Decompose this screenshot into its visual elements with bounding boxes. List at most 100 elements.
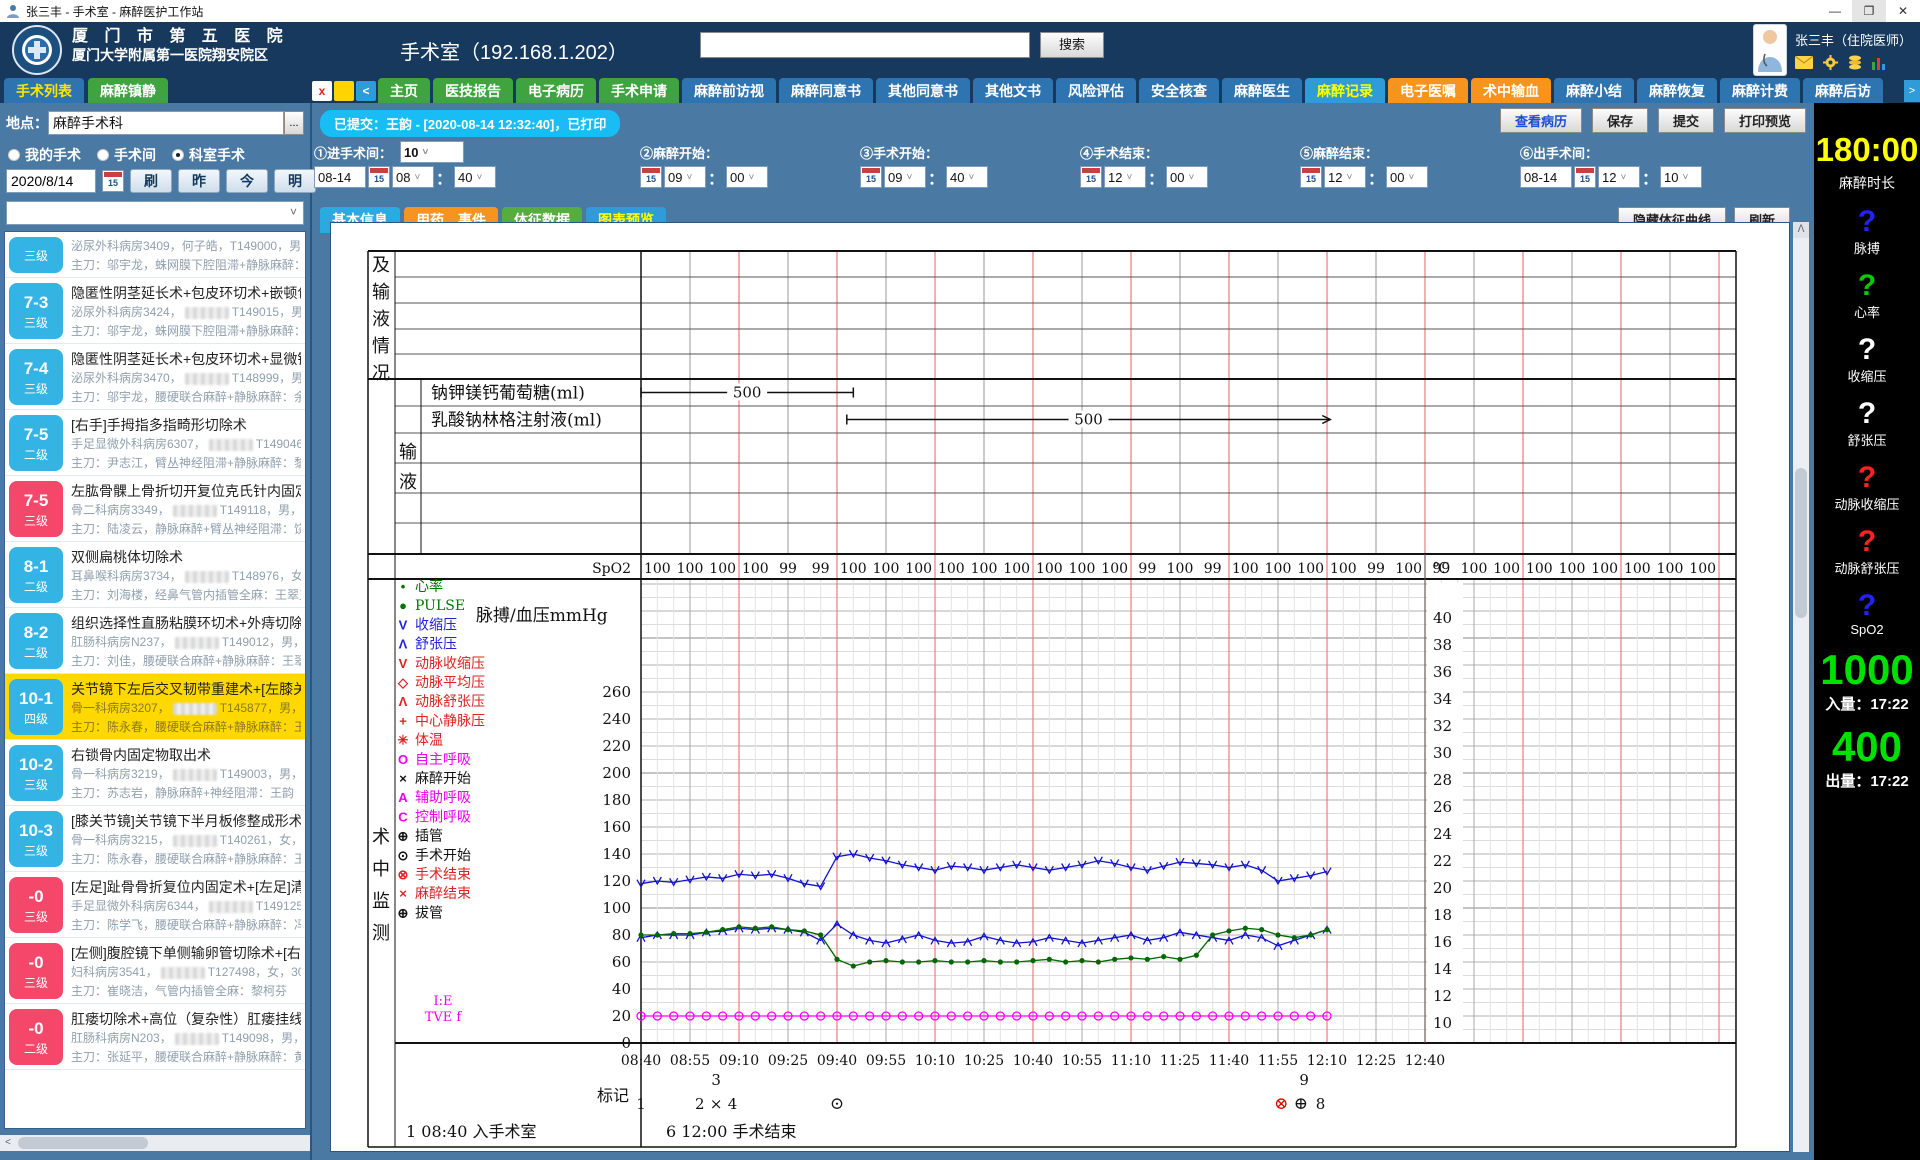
nav-tab-麻醉计费[interactable]: 麻醉计费 (1720, 78, 1800, 103)
chart-icon[interactable] (1872, 56, 1887, 70)
minute-select[interactable]: 00 (726, 166, 768, 188)
hour-select[interactable]: 12 (1104, 166, 1146, 188)
minute-select[interactable]: 40 (946, 166, 988, 188)
nav-tab-麻醉小结[interactable]: 麻醉小结 (1554, 78, 1634, 103)
date-input[interactable] (6, 169, 96, 193)
total-value-1: 400 (1814, 726, 1920, 768)
nav-tab-风险评估[interactable]: 风险评估 (1056, 78, 1136, 103)
search-button[interactable]: 搜索 (1040, 32, 1104, 58)
radio-科室手术[interactable]: 科室手术 (172, 145, 245, 165)
nav-tab-安全核查[interactable]: 安全核查 (1139, 78, 1219, 103)
surgery-list-item[interactable]: 10-3三级[膝关节镜]关节镜下半月板修整成形术+关骨一科病房3215，T140… (5, 806, 305, 872)
calendar-icon[interactable]: 15 (368, 166, 390, 188)
surgery-list-item[interactable]: -0三级[左侧]腹腔镜下单侧输卵管切除术+[右侧]妇科病房3541，T12749… (5, 938, 305, 1004)
gear-icon[interactable] (1823, 55, 1838, 70)
section-label-infusion-status: 液 (372, 309, 390, 330)
nav-tab-电子病历[interactable]: 电子病历 (516, 78, 596, 103)
nav-tab-麻醉同意书[interactable]: 麻醉同意书 (779, 78, 873, 103)
nav-tab-麻醉医生[interactable]: 麻醉医生 (1222, 78, 1302, 103)
vital-SpO2: ?SpO2 (1814, 591, 1920, 637)
hour-select[interactable]: 09 (884, 166, 926, 188)
hour-select[interactable]: 08 (392, 166, 434, 188)
infusion-drug-name: 钠钾镁钙葡萄糖(ml) (431, 384, 585, 404)
nav-small-button-2[interactable]: < (356, 81, 376, 101)
surgery-list-item[interactable]: 8-2二级组织选择性直肠粘膜环切术+外痔切除术肛肠科病房N237，T149012… (5, 608, 305, 674)
surgery-list-item[interactable]: 7-5三级左肱骨髁上骨折切开复位克氏针内固定术骨二科病房3349，T149118… (5, 476, 305, 542)
radio-手术间[interactable]: 手术间 (97, 145, 156, 165)
nav-tab-术中输血[interactable]: 术中输血 (1471, 78, 1551, 103)
avatar[interactable] (1753, 24, 1787, 76)
chart-vertical-scrollbar[interactable]: ᐱ (1793, 222, 1809, 1152)
minimize-button[interactable]: — (1818, 0, 1852, 22)
nav-tab-麻醉记录[interactable]: 麻醉记录 (1305, 78, 1385, 103)
patient-info: 耳鼻喉科病房3734，T148976，女，26岁 (71, 567, 301, 586)
marker-脉搏 (1308, 932, 1313, 937)
nav-tab-其他文书[interactable]: 其他文书 (973, 78, 1053, 103)
room-badge: 7-4三级 (9, 349, 63, 405)
maximize-button[interactable]: ❐ (1852, 0, 1886, 22)
surgery-list-item[interactable]: 三级泌尿外科病房3409，何子皓，T149000，男，12岁主刀：邬宇龙，蛛网膜… (5, 232, 305, 278)
action-button-打印预览[interactable]: 打印预览 (1724, 108, 1806, 133)
nav-tab-麻醉后访[interactable]: 麻醉后访 (1803, 78, 1883, 103)
scroll-up-icon[interactable]: ᐱ (1793, 222, 1809, 238)
nav-tab-电子医嘱[interactable]: 电子医嘱 (1388, 78, 1468, 103)
surgery-list-item[interactable]: -0二级肛瘘切除术+高位（复杂性）肛瘘挂线术肛肠科病房N203，T149098，… (5, 1004, 305, 1070)
minute-select[interactable]: 00 (1386, 166, 1428, 188)
hour-select[interactable]: 12 (1324, 166, 1366, 188)
surgery-list-item[interactable]: 7-4三级隐匿性阴茎延长术+包皮环切术+显微镜下泌尿外科病房3470，T1489… (5, 344, 305, 410)
scrollbar-thumb[interactable] (1795, 468, 1807, 618)
spo2-value: 100 (1526, 561, 1553, 577)
nav-overflow-button[interactable]: > (1904, 80, 1920, 102)
scrollbar-thumb[interactable] (18, 1137, 148, 1149)
date-button-明[interactable]: 明 (274, 169, 316, 193)
nav-tab-其他同意书[interactable]: 其他同意书 (876, 78, 970, 103)
calendar-icon[interactable]: 15 (860, 166, 882, 188)
minute-select[interactable]: 00 (1166, 166, 1208, 188)
action-button-提交[interactable]: 提交 (1658, 108, 1714, 133)
calendar-icon[interactable]: 15 (640, 166, 662, 188)
room-select[interactable]: 10 (400, 141, 464, 163)
nav-tab-麻醉前访视[interactable]: 麻醉前访视 (682, 78, 776, 103)
section-label-infusion-status: 及 (372, 255, 390, 276)
search-input[interactable] (700, 32, 1030, 58)
location-input[interactable] (48, 111, 284, 135)
sidebar-dropdown[interactable] (6, 201, 304, 225)
date-button-刷[interactable]: 刷 (130, 169, 172, 193)
minute-select[interactable]: 10 (1660, 166, 1702, 188)
calendar-icon[interactable]: 15 (1574, 166, 1596, 188)
date-button-今[interactable]: 今 (226, 169, 268, 193)
calendar-icon[interactable]: 15 (1080, 166, 1102, 188)
mail-icon[interactable] (1795, 56, 1813, 69)
nav-tab-医技报告[interactable]: 医技报告 (433, 78, 513, 103)
location-more-button[interactable]: ... (284, 111, 304, 135)
sidebar-tab-0[interactable]: 手术列表 (4, 78, 84, 103)
section-label-infusion-status: 况 (372, 363, 390, 384)
calendar-icon[interactable]: 15 (102, 170, 124, 192)
date-button-昨[interactable]: 昨 (178, 169, 220, 193)
nav-tab-主页[interactable]: 主页 (378, 78, 430, 103)
surgery-list-item[interactable]: 10-2三级右锁骨内固定物取出术骨一科病房3219，T149003，男，38岁：… (5, 740, 305, 806)
nav-tab-手术申请[interactable]: 手术申请 (599, 78, 679, 103)
surgery-list-item[interactable]: 7-5二级[右手]手拇指多指畸形切除术手足显微外科病房6307，T149046，… (5, 410, 305, 476)
surgery-list-item[interactable]: -0三级[左足]趾骨骨折复位内固定术+[左足]清创手足显微外科病房6344，T1… (5, 872, 305, 938)
nav-small-button-1[interactable] (334, 81, 354, 101)
action-button-保存[interactable]: 保存 (1592, 108, 1648, 133)
surgery-list-item[interactable]: 7-3三级隐匿性阴茎延长术+包皮环切术+嵌顿包茎泌尿外科病房3424，T1490… (5, 278, 305, 344)
date-box[interactable]: 08-14 (314, 166, 366, 188)
minute-select[interactable]: 40 (454, 166, 496, 188)
date-box[interactable]: 08-14 (1520, 166, 1572, 188)
calendar-icon[interactable]: 15 (1300, 166, 1322, 188)
nav-tab-麻醉恢复[interactable]: 麻醉恢复 (1637, 78, 1717, 103)
sidebar-tab-1[interactable]: 麻醉镇静 (88, 78, 168, 103)
scroll-left-icon[interactable]: < (0, 1135, 16, 1151)
sidebar-horizontal-scrollbar[interactable]: < (0, 1135, 310, 1151)
nav-small-button-0[interactable]: x (312, 81, 332, 101)
radio-我的手术[interactable]: 我的手术 (8, 145, 81, 165)
hour-select[interactable]: 12 (1598, 166, 1640, 188)
hour-select[interactable]: 09 (664, 166, 706, 188)
surgery-list-item[interactable]: 10-1四级关节镜下左后交叉韧带重建术+[左膝关节骨一科病房3207，T1458… (5, 674, 305, 740)
action-button-查看病历[interactable]: 查看病历 (1500, 108, 1582, 133)
close-button[interactable]: ✕ (1886, 0, 1920, 22)
surgery-list-item[interactable]: 8-1二级双侧扁桃体切除术耳鼻喉科病房3734，T148976，女，26岁主刀：… (5, 542, 305, 608)
coins-icon[interactable] (1848, 55, 1862, 70)
